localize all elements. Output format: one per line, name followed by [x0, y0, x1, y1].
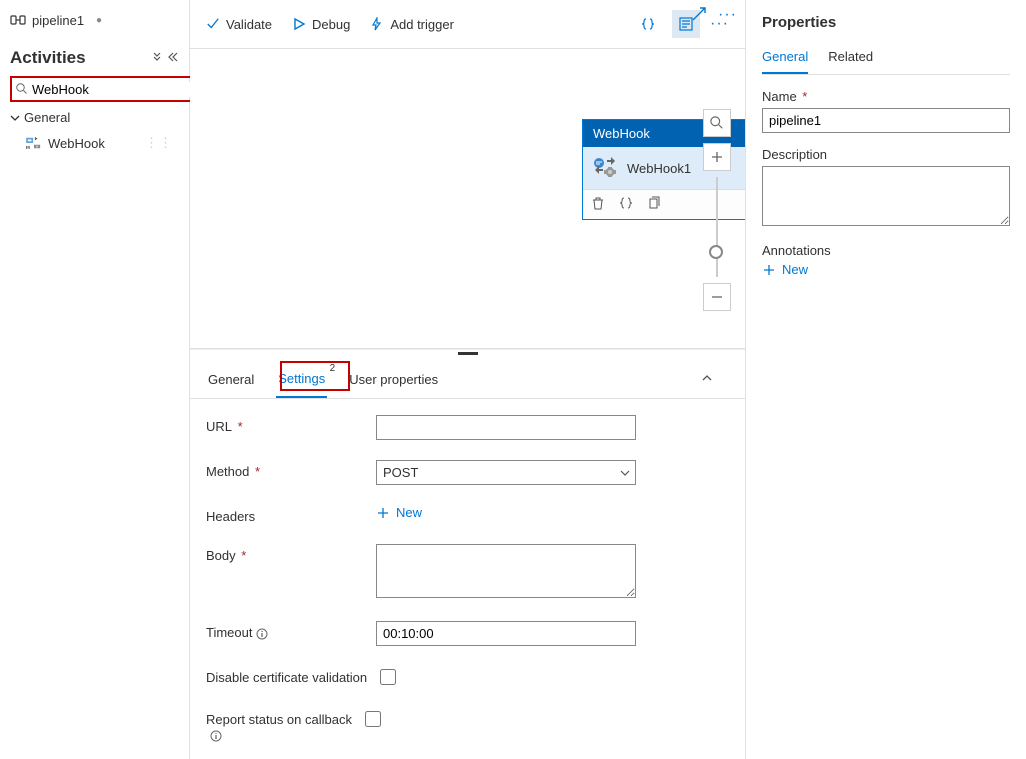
- method-select[interactable]: POST: [376, 460, 636, 485]
- info-icon[interactable]: [256, 628, 268, 640]
- activities-search[interactable]: [10, 76, 179, 102]
- properties-title: Properties: [762, 14, 1010, 31]
- prop-desc-textarea[interactable]: [762, 166, 1010, 226]
- prop-tab-general[interactable]: General: [762, 45, 808, 74]
- delete-node-icon[interactable]: [591, 196, 605, 213]
- add-trigger-label: Add trigger: [390, 17, 454, 32]
- panel-resize-handle[interactable]: [190, 349, 745, 357]
- trigger-icon: [370, 17, 384, 31]
- more-icon[interactable]: ···: [718, 6, 737, 24]
- zoom-fit-button[interactable]: [703, 109, 731, 137]
- webhook-activity-icon: [26, 136, 42, 150]
- disable-cert-label: Disable certificate validation: [206, 670, 367, 685]
- info-icon[interactable]: [210, 730, 222, 742]
- report-status-label: Report status on callback: [206, 712, 352, 727]
- tab-user-properties[interactable]: User properties: [347, 366, 440, 397]
- zoom-thumb[interactable]: [709, 245, 723, 259]
- validate-label: Validate: [226, 17, 272, 32]
- prop-name-label: Name: [762, 89, 797, 104]
- method-label: Method: [206, 464, 249, 479]
- pipeline-tab-title: pipeline1: [32, 13, 84, 28]
- node-name-label: WebHook1: [627, 161, 691, 176]
- pipeline-toolbar: Validate Debug Add trigger ···: [190, 0, 745, 49]
- group-general[interactable]: General: [10, 102, 179, 131]
- tab-general[interactable]: General: [206, 366, 256, 397]
- debug-button[interactable]: Debug: [292, 17, 350, 32]
- url-label: URL: [206, 419, 232, 434]
- activity-webhook-label: WebHook: [48, 136, 105, 151]
- activity-settings-tabs: General Settings 2 User properties: [190, 357, 745, 399]
- disable-cert-checkbox[interactable]: [380, 669, 396, 685]
- headers-label: Headers: [206, 509, 255, 524]
- prop-annotations-label: Annotations: [762, 243, 1010, 258]
- pipeline-icon: [10, 12, 26, 28]
- pipeline-tab[interactable]: pipeline1 ●: [10, 8, 179, 38]
- validate-button[interactable]: Validate: [206, 17, 272, 32]
- debug-label: Debug: [312, 17, 350, 32]
- properties-panel: Properties General Related Name * Descri…: [746, 0, 1026, 759]
- pipeline-canvas[interactable]: WebHook WebHook1: [190, 49, 745, 349]
- activity-webhook[interactable]: WebHook ⋮⋮: [20, 131, 179, 155]
- add-annotation-label: New: [782, 262, 808, 277]
- unsaved-indicator-icon: ●: [96, 15, 102, 26]
- collapse-all-icon[interactable]: [151, 51, 163, 66]
- tab-settings[interactable]: Settings 2: [276, 365, 327, 398]
- clone-node-icon[interactable]: [647, 196, 661, 213]
- activities-title: Activities: [10, 48, 86, 68]
- drag-handle-icon[interactable]: ⋮⋮: [145, 135, 173, 151]
- add-annotation-button[interactable]: New: [762, 262, 1010, 277]
- braces-icon: [641, 17, 655, 31]
- settings-form: URL * Method * POST Headers New Body * T…: [190, 399, 745, 759]
- add-header-button[interactable]: New: [376, 505, 636, 520]
- add-header-label: New: [396, 505, 422, 520]
- group-general-label: General: [24, 110, 70, 125]
- activities-sidebar: pipeline1 ● Activities General: [0, 0, 190, 759]
- check-icon: [206, 17, 220, 31]
- body-label: Body: [206, 548, 236, 563]
- zoom-out-button[interactable]: [703, 283, 731, 311]
- collapse-settings-icon[interactable]: [701, 366, 729, 397]
- chevron-down-icon: [10, 113, 20, 123]
- prop-tab-related[interactable]: Related: [828, 45, 873, 74]
- prop-name-input[interactable]: [762, 108, 1010, 133]
- properties-panel-icon: [679, 17, 693, 31]
- code-view-button[interactable]: [634, 10, 662, 38]
- plus-icon: [376, 506, 390, 520]
- zoom-slider[interactable]: [716, 177, 718, 277]
- timeout-input[interactable]: [376, 621, 636, 646]
- add-trigger-button[interactable]: Add trigger: [370, 17, 454, 32]
- body-textarea[interactable]: [376, 544, 636, 598]
- plus-icon: [762, 263, 776, 277]
- zoom-in-button[interactable]: [703, 143, 731, 171]
- report-status-checkbox[interactable]: [365, 711, 381, 727]
- tab-settings-badge: 2: [330, 363, 336, 374]
- play-icon: [292, 17, 306, 31]
- minus-icon: [711, 291, 723, 303]
- hide-panel-icon[interactable]: [167, 51, 179, 66]
- tab-settings-label: Settings: [278, 371, 325, 386]
- activities-search-input[interactable]: [32, 82, 208, 97]
- prop-desc-label: Description: [762, 147, 1010, 162]
- webhook-node-icon: [593, 157, 617, 179]
- url-input[interactable]: [376, 415, 636, 440]
- plus-icon: [711, 151, 723, 163]
- zoom-controls: [703, 109, 731, 317]
- timeout-label: Timeout: [206, 625, 252, 640]
- expand-icon[interactable]: [692, 7, 706, 24]
- node-code-icon[interactable]: [619, 196, 633, 213]
- main-panel: ··· Validate Debug Add trigger: [190, 0, 746, 759]
- search-icon: [710, 116, 724, 130]
- search-icon: [16, 83, 28, 95]
